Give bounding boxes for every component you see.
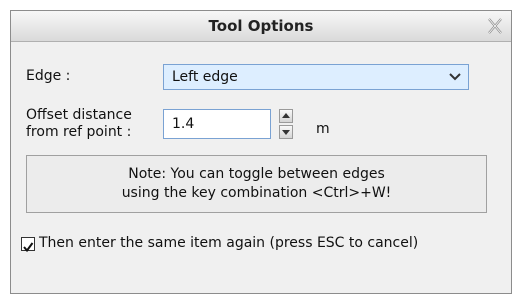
offset-label-line1: Offset distance xyxy=(26,107,132,123)
offset-label: Offset distance from ref point : xyxy=(26,107,132,141)
offset-label-line2: from ref point : xyxy=(26,124,132,140)
repeat-label[interactable]: Then enter the same item again (press ES… xyxy=(39,235,418,251)
arrow-up-icon xyxy=(282,113,290,118)
note-line1: Note: You can toggle between edges xyxy=(128,166,385,182)
offset-increment-button[interactable] xyxy=(279,109,293,123)
edge-select-value: Left edge xyxy=(172,69,238,85)
close-icon xyxy=(488,18,502,34)
offset-distance-value: 1.4 xyxy=(172,116,195,132)
arrow-down-icon xyxy=(282,130,290,135)
tool-options-dialog: Tool Options Edge : Left edge Offset dis… xyxy=(10,10,512,294)
offset-unit: m xyxy=(316,121,330,137)
note-box: Note: You can toggle between edges using… xyxy=(26,155,487,213)
chevron-down-icon xyxy=(449,73,461,81)
note-line2: using the key combination <Ctrl>+W! xyxy=(121,185,392,201)
close-button[interactable] xyxy=(483,14,507,38)
title-bar: Tool Options xyxy=(11,11,511,42)
dialog-title: Tool Options xyxy=(208,17,314,35)
offset-decrement-button[interactable] xyxy=(279,125,293,139)
repeat-checkbox[interactable] xyxy=(21,237,35,253)
edge-label: Edge : xyxy=(26,68,71,84)
check-icon xyxy=(23,242,34,253)
offset-distance-input[interactable]: 1.4 xyxy=(163,109,271,139)
edge-select[interactable]: Left edge xyxy=(163,64,469,90)
